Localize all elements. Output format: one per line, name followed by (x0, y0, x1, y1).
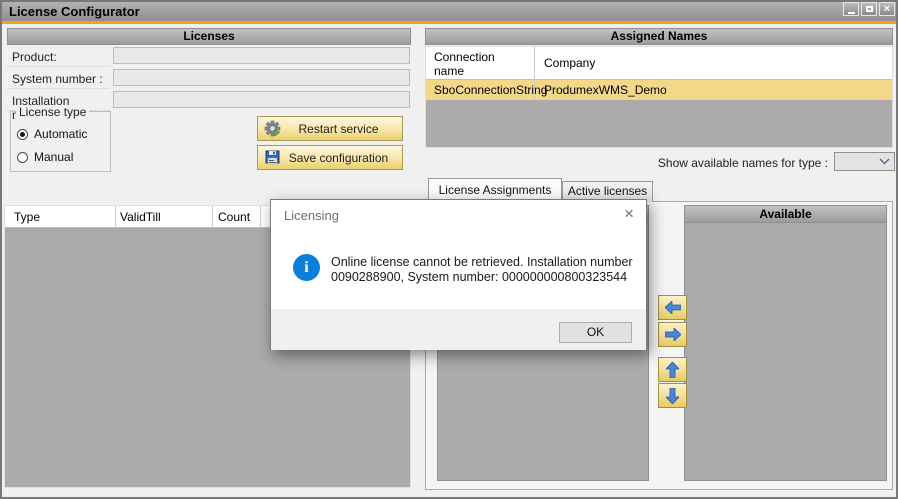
license-configurator-window: License Configurator × Licenses Product:… (0, 0, 898, 499)
radio-manual-icon (17, 152, 28, 163)
column-validtill[interactable]: ValidTill (120, 210, 161, 224)
product-field[interactable] (113, 47, 410, 64)
move-left-button[interactable] (658, 295, 687, 320)
license-type-legend: License type (16, 105, 89, 119)
available-names-type-select[interactable] (834, 152, 895, 171)
arrow-down-icon (666, 388, 679, 404)
licenses-panel-header: Licenses (7, 28, 411, 45)
restart-service-label: Restart service (281, 122, 396, 136)
ok-button[interactable]: OK (559, 322, 632, 343)
system-number-label: System number : (7, 68, 110, 89)
licensing-dialog: Licensing × i Online license cannot be r… (270, 199, 647, 350)
radio-manual[interactable]: Manual (17, 150, 73, 164)
radio-automatic[interactable]: Automatic (17, 127, 87, 141)
radio-automatic-label: Automatic (34, 127, 87, 141)
close-icon: × (884, 4, 890, 14)
info-icon: i (293, 254, 320, 281)
save-icon (264, 149, 281, 166)
minimize-icon (848, 12, 855, 14)
cell-connection-name: SboConnectionString (434, 83, 547, 97)
available-list-header: Available (685, 206, 886, 223)
cell-company: ProdumexWMS_Demo (544, 83, 667, 97)
restart-service-button[interactable]: Restart service (257, 116, 403, 141)
move-down-button[interactable] (658, 383, 687, 408)
available-list[interactable]: Available (684, 205, 887, 481)
table-row-sboconnectionstring[interactable]: SboConnectionString ProdumexWMS_Demo (426, 80, 892, 100)
save-configuration-label: Save configuration (281, 151, 396, 165)
maximize-button[interactable] (861, 2, 877, 16)
maximize-icon (866, 6, 873, 12)
installation-number-field[interactable] (113, 91, 410, 108)
close-button[interactable]: × (879, 2, 895, 16)
gear-icon (264, 120, 281, 137)
dialog-message: Online license cannot be retrieved. Inst… (331, 255, 639, 285)
arrow-right-icon (665, 328, 681, 341)
chevron-down-icon (879, 158, 890, 165)
dialog-title: Licensing (284, 208, 339, 223)
arrow-up-icon (666, 362, 679, 378)
radio-manual-label: Manual (34, 150, 73, 164)
window-controls: × (843, 2, 895, 16)
title-bar: License Configurator (2, 2, 896, 21)
move-right-button[interactable] (658, 322, 687, 347)
column-company[interactable]: Company (544, 56, 595, 70)
arrow-left-icon (665, 301, 681, 314)
accent-line (2, 21, 896, 24)
column-type[interactable]: Type (14, 210, 40, 224)
window-title: License Configurator (2, 4, 140, 19)
assigned-names-header: Assigned Names (425, 28, 893, 45)
assigned-names-table[interactable]: Connection name Company SboConnectionStr… (425, 46, 893, 148)
license-type-group: License type Automatic Manual (10, 111, 111, 172)
product-label: Product: (7, 46, 110, 67)
show-available-names-label: Show available names for type : (560, 156, 828, 170)
assigned-names-table-header: Connection name Company (426, 47, 892, 80)
minimize-button[interactable] (843, 2, 859, 16)
system-number-field[interactable] (113, 69, 410, 86)
move-up-button[interactable] (658, 357, 687, 382)
column-count[interactable]: Count (218, 210, 250, 224)
save-configuration-button[interactable]: Save configuration (257, 145, 403, 170)
radio-automatic-icon (17, 129, 28, 140)
column-connection-name[interactable]: Connection name (434, 50, 526, 78)
dialog-close-icon[interactable]: × (624, 204, 634, 224)
